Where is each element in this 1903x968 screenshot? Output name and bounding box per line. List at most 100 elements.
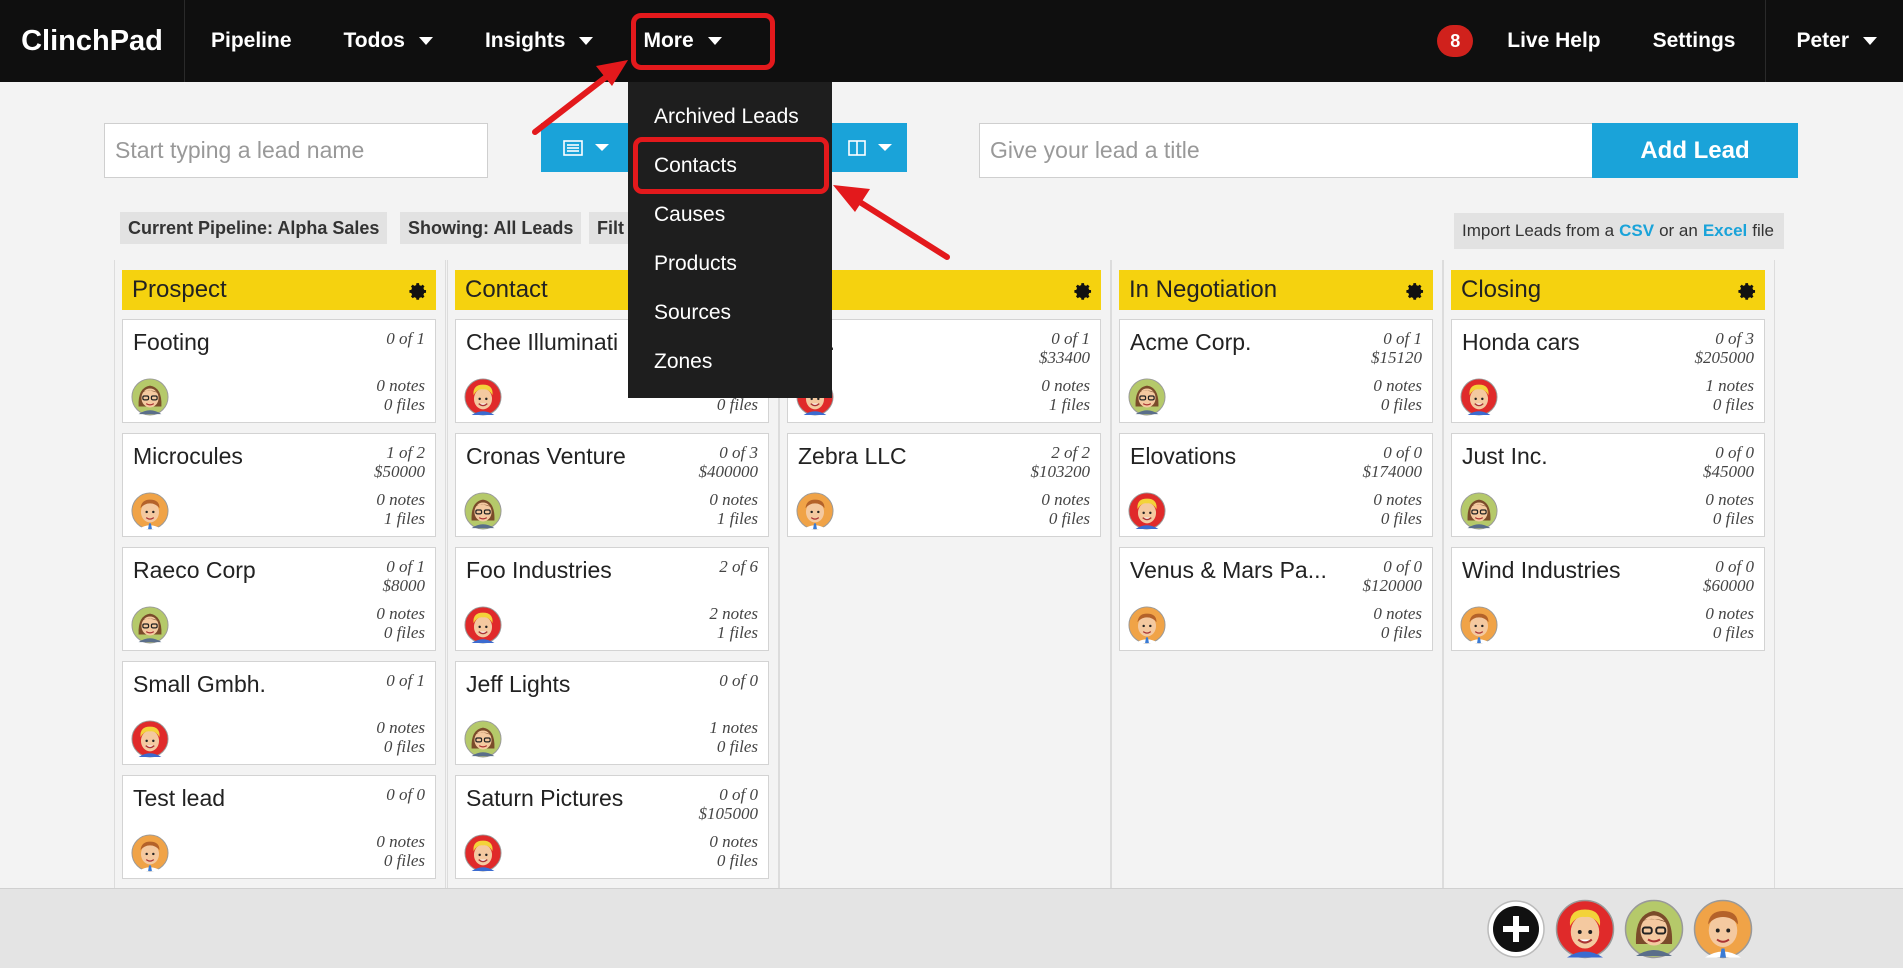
notes-count: 2 notes	[709, 604, 758, 623]
lead-title: Small Gmbh.	[133, 671, 266, 697]
lead-card[interactable]: Test lead 0 of 0 0 notes 0 files	[122, 775, 436, 879]
chevron-down-icon	[1863, 37, 1877, 45]
todo-count: 0 of 0	[386, 785, 425, 804]
lead-card[interactable]: Venus & Mars Pa... 0 of 0 $120000 0 notes 0 …	[1119, 547, 1433, 651]
stage-title: Contact	[465, 276, 548, 303]
menu-item-causes[interactable]: Causes	[628, 190, 832, 239]
files-count: 0 files	[383, 623, 425, 642]
chevron-down-icon	[595, 144, 609, 151]
man-avatar[interactable]	[1693, 899, 1753, 959]
gear-icon[interactable]	[1071, 279, 1093, 301]
lead-title-input[interactable]	[979, 123, 1594, 178]
woman-avatar[interactable]	[1128, 378, 1166, 416]
blonde-man-avatar[interactable]	[464, 378, 502, 416]
stage-title: In Negotiation	[1129, 276, 1278, 303]
lead-search-input[interactable]	[104, 123, 488, 178]
notes-count: 0 notes	[1705, 490, 1754, 509]
lead-card[interactable]: Microcules 1 of 2 $50000 0 notes 1 files	[122, 433, 436, 537]
nav-more[interactable]: More	[619, 0, 747, 82]
lead-card[interactable]: Saturn Pictures 0 of 0 $105000 0 notes 0 fil…	[455, 775, 769, 879]
add-user-icon[interactable]	[1486, 899, 1546, 959]
woman-avatar[interactable]	[464, 492, 502, 530]
woman-avatar[interactable]	[131, 378, 169, 416]
woman-avatar[interactable]	[131, 606, 169, 644]
man-avatar[interactable]	[131, 834, 169, 872]
files-count: 0 files	[716, 851, 758, 870]
lead-title: Wind Industries	[1462, 557, 1621, 583]
lead-card[interactable]: Wind Industries 0 of 0 $60000 0 notes 0 file…	[1451, 547, 1765, 651]
blonde-man-avatar[interactable]	[131, 720, 169, 758]
csv-link[interactable]: CSV	[1619, 221, 1654, 241]
nav-insights[interactable]: Insights	[459, 0, 620, 82]
lead-card[interactable]: Inc.0 of 1$334000 notes1 files	[787, 319, 1101, 423]
blonde-man-avatar[interactable]	[464, 606, 502, 644]
stage-header: Closing	[1451, 270, 1765, 310]
nav-todos[interactable]: Todos	[318, 0, 459, 82]
lead-card[interactable]: Foo Industries 2 of 6 2 notes 1 files	[455, 547, 769, 651]
man-avatar[interactable]	[1460, 606, 1498, 644]
menu-item-zones[interactable]: Zones	[628, 337, 832, 386]
todo-count: 0 of 3	[1715, 329, 1754, 348]
lead-card[interactable]: Acme Corp. 0 of 1 $15120 0 notes 0 files	[1119, 319, 1433, 423]
todo-count: 0 of 3	[719, 443, 758, 462]
menu-item-sources[interactable]: Sources	[628, 288, 832, 337]
menu-item-products[interactable]: Products	[628, 239, 832, 288]
lead-stats: 0 of 0 $45000	[1703, 443, 1754, 481]
lead-card[interactable]: Elovations 0 of 0 $174000 0 notes 0 files	[1119, 433, 1433, 537]
excel-link[interactable]: Excel	[1703, 221, 1747, 241]
lead-card[interactable]: Cronas Venture 0 of 3 $400000 0 notes 1 file…	[455, 433, 769, 537]
lead-card[interactable]: Raeco Corp 0 of 1 $8000 0 notes 0 files	[122, 547, 436, 651]
blonde-man-avatar[interactable]	[1128, 492, 1166, 530]
notes-count: 0 notes	[1041, 490, 1090, 509]
man-avatar[interactable]	[1128, 606, 1166, 644]
list-view-button[interactable]	[541, 123, 631, 172]
man-avatar[interactable]	[796, 492, 834, 530]
nav-live-help[interactable]: Live Help	[1481, 0, 1626, 82]
todo-count: 0 of 1	[386, 671, 425, 690]
notification-badge[interactable]: 8	[1437, 25, 1474, 57]
blonde-man-avatar[interactable]	[1555, 899, 1615, 959]
blonde-man-avatar[interactable]	[1460, 378, 1498, 416]
lead-card[interactable]: Footing 0 of 1 0 notes 0 files	[122, 319, 436, 423]
lead-card[interactable]: Small Gmbh. 0 of 1 0 notes 0 files	[122, 661, 436, 765]
lead-card[interactable]: Honda cars 0 of 3 $205000 1 notes 0 files	[1451, 319, 1765, 423]
lead-title: Chee Illuminati	[466, 329, 619, 355]
chevron-down-icon	[418, 37, 433, 45]
woman-avatar[interactable]	[464, 720, 502, 758]
files-count: 1 files	[1048, 395, 1090, 414]
lead-card[interactable]: Just Inc. 0 of 0 $45000 0 notes 0 files	[1451, 433, 1765, 537]
lead-value: $45000	[1703, 462, 1754, 481]
filter-pill[interactable]: Filt	[589, 212, 629, 244]
lead-meta: 0 notes 0 files	[376, 604, 425, 642]
gear-icon[interactable]	[406, 279, 428, 301]
showing-filter[interactable]: Showing: All Leads	[400, 212, 582, 244]
woman-avatar[interactable]	[1460, 492, 1498, 530]
add-lead-button[interactable]: Add Lead	[1592, 123, 1798, 178]
lead-stats: 0 of 0 $174000	[1363, 443, 1423, 481]
brand-logo[interactable]: ClinchPad	[0, 0, 185, 82]
nav-user-menu[interactable]: Peter	[1765, 0, 1903, 82]
blonde-man-avatar[interactable]	[464, 834, 502, 872]
man-avatar[interactable]	[131, 492, 169, 530]
lead-title: Honda cars	[1462, 329, 1580, 355]
woman-avatar[interactable]	[1624, 899, 1684, 959]
nav-settings[interactable]: Settings	[1627, 0, 1766, 82]
nav-pipeline[interactable]: Pipeline	[185, 0, 318, 82]
stage-column: Prospect Footing 0 of 10 notes 0 files Micro…	[114, 260, 446, 888]
menu-item-archived-leads[interactable]: Archived Leads	[628, 92, 832, 141]
lead-title: Test lead	[133, 785, 226, 811]
lead-title: Just Inc.	[1462, 443, 1548, 469]
lead-card[interactable]: Jeff Lights 0 of 0 1 notes 0 files	[455, 661, 769, 765]
lead-card[interactable]: Zebra LLC 2 of 2 $103200 0 notes 0 files	[787, 433, 1101, 537]
nav-todos-label: Todos	[343, 29, 405, 52]
lead-title: Footing	[133, 329, 210, 355]
menu-item-contacts[interactable]: Contacts	[628, 141, 832, 190]
gear-icon[interactable]	[1735, 279, 1757, 301]
notes-count: 0 notes	[1705, 604, 1754, 623]
current-pipeline-filter[interactable]: Current Pipeline: Alpha Sales	[120, 212, 388, 244]
lead-stats: 0 of 1 $15120	[1371, 329, 1422, 367]
board-view-button[interactable]	[832, 123, 907, 172]
gear-icon[interactable]	[1403, 279, 1425, 301]
lead-meta: 0 notes 0 files	[376, 832, 425, 870]
lead-stats: 1 of 2 $50000	[374, 443, 425, 481]
